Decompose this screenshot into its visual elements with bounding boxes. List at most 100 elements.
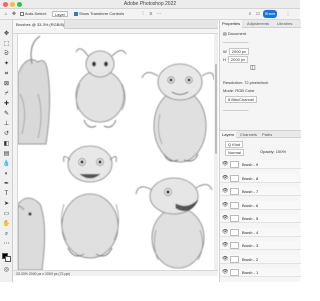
layer-name: Brush - 8 <box>242 175 259 181</box>
orientation-icon[interactable]: ◫ <box>250 65 256 71</box>
hand-tool-icon[interactable]: ✋ <box>2 220 11 228</box>
width-field[interactable]: 2000 px <box>228 48 250 55</box>
quick-mask-icon[interactable]: ◎ <box>2 266 11 274</box>
more-tools-icon[interactable]: ⋯ <box>2 240 11 248</box>
scrollbar-thumb[interactable] <box>215 64 217 154</box>
workspace-icon[interactable]: ▭ <box>255 11 261 17</box>
transform-controls-label: Show Transform Controls <box>79 11 125 16</box>
path-selection-icon[interactable]: ➤ <box>2 200 11 208</box>
layer-thumbnail <box>230 215 239 222</box>
blend-mode-dropdown[interactable]: Normal <box>223 149 244 156</box>
depth-dropdown[interactable]: 8 Bits/Channel <box>223 96 258 103</box>
history-brush-icon[interactable]: ↺ <box>2 130 11 138</box>
move-tool-icon[interactable]: ✥ <box>2 30 11 38</box>
align-icon[interactable]: ⫶ <box>140 11 146 17</box>
tab-libraries[interactable]: Libraries <box>275 20 294 28</box>
layer-name: Brush - 2 <box>242 256 259 262</box>
visibility-eye-icon[interactable]: 👁 <box>222 256 228 262</box>
auto-select-label: Auto-Select: <box>25 11 47 16</box>
panel-menu-icon[interactable]: ⋮ <box>285 11 291 17</box>
healing-brush-icon[interactable]: ✚ <box>2 100 11 108</box>
layer-row[interactable]: 👁 Brush - 1 <box>220 268 301 277</box>
layer-row[interactable]: 👁 Brush - 2 <box>220 254 301 264</box>
fill-label: ───────── <box>223 108 249 113</box>
transform-controls-checkbox[interactable]: Show Transform Controls <box>74 11 124 17</box>
visibility-eye-icon[interactable]: 👁 <box>222 175 228 181</box>
visibility-eye-icon[interactable]: 👁 <box>222 270 228 275</box>
visibility-eye-icon[interactable]: 👁 <box>222 216 228 221</box>
opacity-field[interactable]: Opacity: 100% <box>260 149 286 154</box>
type-tool-icon[interactable]: T <box>2 190 11 198</box>
share-button[interactable]: Share <box>263 10 277 18</box>
eraser-tool-icon[interactable]: ◧ <box>2 140 11 148</box>
layer-name: Brush - 9 <box>242 162 259 167</box>
options-bar: ⌂ ✥ Auto-Select: Layer Show Transform Co… <box>0 9 300 20</box>
distribute-icon[interactable]: ≡ <box>148 11 154 17</box>
auto-select-checkbox[interactable]: Auto-Select: <box>20 11 47 17</box>
layer-row[interactable]: 👁 Brush - 7 <box>220 187 301 196</box>
resolution-text: Resolution: 72 pixels/inch <box>223 80 269 85</box>
layer-row[interactable]: 👁 Brush - 8 <box>220 173 301 183</box>
layer-name: Brush - 7 <box>242 189 259 194</box>
tab-paths[interactable]: Paths <box>260 131 274 139</box>
magic-wand-icon[interactable]: ✦ <box>2 60 11 68</box>
zoom-tool-icon[interactable]: ⌕ <box>2 230 11 238</box>
tab-layers[interactable]: Layers <box>220 131 237 139</box>
eyedropper-tool-icon[interactable]: ⌿ <box>2 90 11 98</box>
layer-name: Brush - 4 <box>242 229 259 235</box>
title-bar: Adobe Photoshop 2022 <box>0 0 300 9</box>
visibility-eye-icon[interactable]: 👁 <box>222 189 228 194</box>
background-color-swatch[interactable] <box>5 256 11 262</box>
tab-adjustments[interactable]: Adjustments <box>245 20 271 28</box>
layer-row[interactable]: 👁 Brush - 4 <box>220 227 301 237</box>
height-field[interactable]: 2000 px <box>227 56 249 63</box>
document-canvas[interactable] <box>18 34 214 270</box>
layer-row[interactable]: 👁 Brush - 5 <box>220 214 301 223</box>
auto-select-dropdown[interactable]: Layer <box>52 11 69 17</box>
layer-name: Brush - 3 <box>242 243 259 248</box>
layers-tabs: Layers Channels Paths <box>220 130 301 139</box>
gradient-tool-icon[interactable]: ▤ <box>2 150 11 158</box>
crop-tool-icon[interactable]: ⌗ <box>2 70 11 78</box>
layer-row[interactable]: 👁 Brush - 6 <box>220 200 301 210</box>
blur-tool-icon[interactable]: 💧 <box>2 160 11 168</box>
tab-channels[interactable]: Channels <box>238 131 259 139</box>
frame-tool-icon[interactable]: ⊠ <box>2 80 11 88</box>
move-tool-icon[interactable]: ✥ <box>11 11 17 17</box>
creature-sketch-2 <box>75 48 127 128</box>
canvas-vertical-scrollbar[interactable] <box>214 34 218 270</box>
layer-thumbnail <box>230 255 239 263</box>
clone-stamp-icon[interactable]: ⊥ <box>2 120 11 128</box>
layer-name: Brush - 6 <box>242 202 259 208</box>
creature-sketch-4 <box>18 197 45 270</box>
document-tab[interactable]: Brushes @ 33.3% (RGB/8) * <box>13 20 65 29</box>
home-icon[interactable]: ⌂ <box>3 11 9 17</box>
visibility-eye-icon[interactable]: 👁 <box>222 162 228 167</box>
visibility-eye-icon[interactable]: 👁 <box>222 243 228 248</box>
layer-thumbnail <box>230 242 239 249</box>
tools-panel: ✥ ⬚ ᘐ ✦ ⌗ ⊠ ⌿ ✚ ✎ ⊥ ↺ ◧ ▤ 💧 ◐ ✒ T ➤ ▭ ✋ … <box>0 20 13 282</box>
tab-properties[interactable]: Properties <box>220 20 243 28</box>
shape-tool-icon[interactable]: ▭ <box>2 210 11 218</box>
canvas-artwork <box>18 35 214 270</box>
brush-tool-icon[interactable]: ✎ <box>2 110 11 118</box>
layer-thumbnail <box>230 188 239 195</box>
layer-row[interactable]: 👁 Brush - 3 <box>220 241 301 250</box>
visibility-eye-icon[interactable]: 👁 <box>222 229 228 235</box>
layer-row[interactable]: 👁 Brush - 9 <box>220 160 301 169</box>
layer-thumbnail <box>230 174 239 182</box>
dodge-tool-icon[interactable]: ◐ <box>2 170 11 178</box>
creature-sketch-3 <box>141 63 214 163</box>
layer-filter[interactable]: Q Kind <box>223 141 244 148</box>
pen-tool-icon[interactable]: ✒ <box>2 180 11 188</box>
layer-thumbnail <box>230 269 239 276</box>
marquee-tool-icon[interactable]: ⬚ <box>2 40 11 48</box>
layer-thumbnail <box>230 201 239 209</box>
creature-sketch-6 <box>135 177 213 269</box>
search-icon[interactable]: ⌕ <box>247 11 253 17</box>
more-options-icon[interactable]: ⋯ <box>156 11 162 17</box>
layer-name: Brush - 1 <box>242 270 259 275</box>
visibility-eye-icon[interactable]: 👁 <box>222 202 228 208</box>
layer-thumbnail <box>230 228 239 236</box>
lasso-tool-icon[interactable]: ᘐ <box>2 50 11 58</box>
